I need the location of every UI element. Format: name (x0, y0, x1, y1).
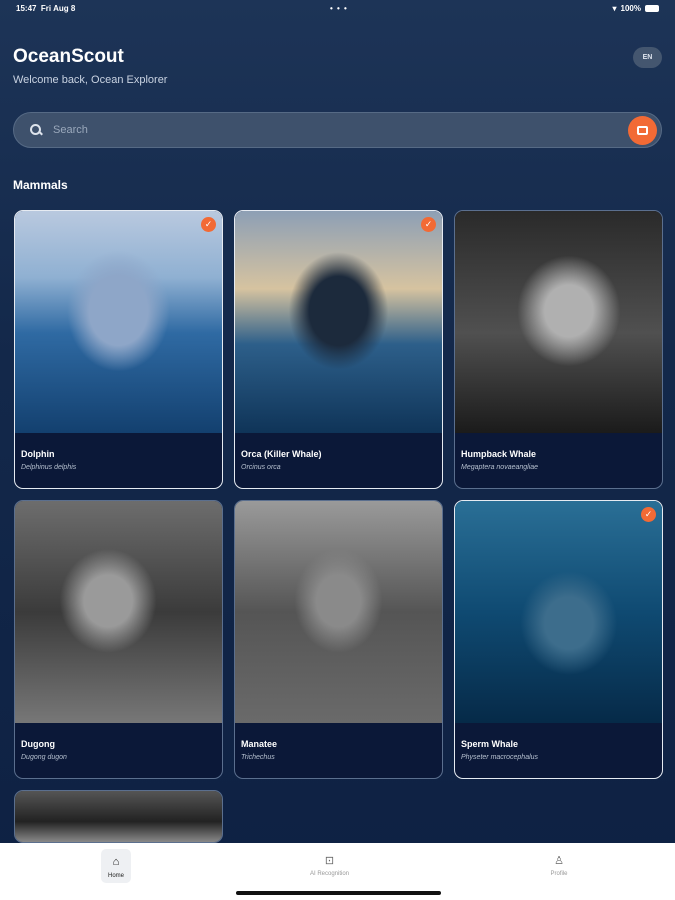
home-icon: ⌂ (112, 856, 120, 868)
battery-text: 100% (620, 3, 641, 13)
animal-name: Orca (Killer Whale) (241, 449, 322, 459)
animal-image (235, 211, 442, 433)
animal-card[interactable]: Dugong Dugong dugon (14, 500, 223, 779)
scientific-name: Trichechus (241, 754, 275, 761)
scientific-name: Dugong dugon (21, 754, 67, 761)
status-time: 15:47 (16, 3, 37, 13)
animal-image (455, 501, 662, 723)
animal-image (15, 211, 222, 433)
tab-ai-recognition[interactable]: ⊡ AI Recognition (310, 849, 350, 878)
animal-image (235, 501, 442, 723)
animal-name: Dolphin (21, 449, 55, 459)
animal-card[interactable]: ✓ Orca (Killer Whale) Orcinus orca (234, 210, 443, 489)
battery-icon (645, 4, 659, 12)
tab-label: Profile (550, 871, 568, 877)
tab-profile[interactable]: ♙ Profile (546, 849, 572, 878)
welcome-text: Welcome back, Ocean Explorer (13, 74, 168, 86)
multitask-dots[interactable]: • • • (330, 4, 348, 13)
animal-image (455, 211, 662, 433)
scan-icon: ⊡ (324, 854, 335, 867)
camera-icon (637, 125, 648, 135)
tab-home[interactable]: ⌂ Home (101, 849, 131, 883)
home-indicator (236, 891, 441, 895)
animal-card[interactable]: ✓ Dolphin Delphinus delphis (14, 210, 223, 489)
search-input[interactable] (53, 124, 628, 136)
animal-name: Dugong (21, 739, 55, 749)
tab-label: Home (107, 873, 124, 879)
profile-icon: ♙ (554, 854, 564, 867)
animal-card[interactable]: Humpback Whale Megaptera novaeangliae (454, 210, 663, 489)
language-button[interactable]: EN (633, 47, 662, 68)
animal-card[interactable]: ✓ Sperm Whale Physeter macrocephalus (454, 500, 663, 779)
scientific-name: Delphinus delphis (21, 464, 77, 471)
scientific-name: Orcinus orca (241, 464, 281, 471)
animal-card-partial[interactable] (14, 790, 223, 843)
search-icon (29, 123, 43, 137)
animal-card[interactable]: Manatee Trichechus (234, 500, 443, 779)
scientific-name: Megaptera novaeangliae (461, 464, 539, 471)
animal-name: Humpback Whale (461, 449, 537, 459)
scientific-name: Physeter macrocephalus (461, 754, 539, 761)
animal-name: Manatee (241, 739, 278, 749)
camera-search-button[interactable] (628, 115, 657, 145)
check-icon[interactable]: ✓ (421, 217, 436, 232)
check-icon[interactable]: ✓ (641, 507, 656, 522)
section-title: Mammals (13, 178, 68, 192)
search-bar (13, 112, 662, 148)
animal-image (15, 791, 222, 842)
animal-name: Sperm Whale (461, 739, 519, 749)
wifi-icon: ▾ (612, 3, 617, 13)
app-title: OceanScout (13, 46, 124, 67)
animal-image (15, 501, 222, 723)
check-icon[interactable]: ✓ (201, 217, 216, 232)
status-date: Fri Aug 8 (40, 3, 76, 13)
status-bar: 15:47 Fri Aug 8 • • • ▾ 100% (0, 0, 675, 16)
tab-label: AI Recognition (310, 871, 350, 877)
